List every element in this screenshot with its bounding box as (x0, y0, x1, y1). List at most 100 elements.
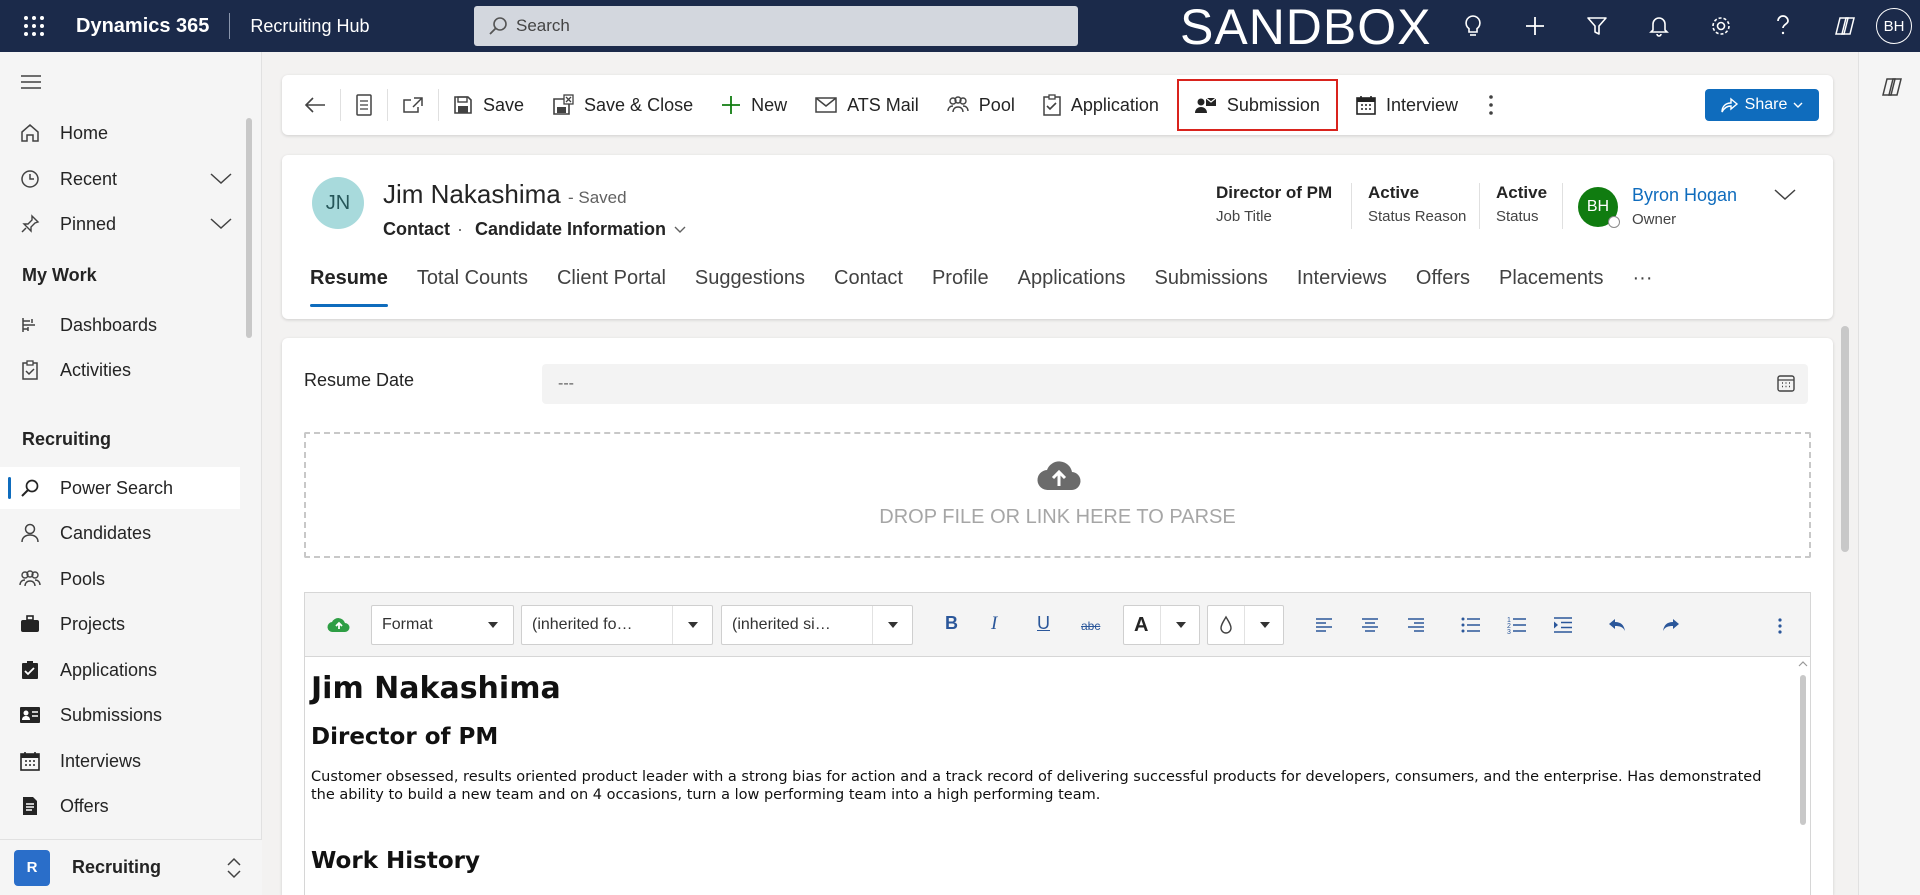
back-button[interactable] (282, 75, 340, 135)
save-button[interactable]: Save (439, 75, 538, 135)
sidebar-item-submissions[interactable]: Submissions (0, 694, 240, 736)
chevron-down-icon[interactable] (1774, 189, 1796, 201)
underline-button[interactable]: U (1037, 613, 1050, 634)
bullet-list-icon[interactable] (1461, 617, 1481, 633)
tab-overflow[interactable]: ··· (1633, 267, 1653, 307)
align-left-icon[interactable] (1315, 617, 1333, 633)
pool-button[interactable]: Pool (933, 75, 1029, 135)
numbered-list-icon[interactable]: 123 (1507, 615, 1527, 635)
chevron-down-icon[interactable] (210, 218, 232, 230)
format-dropdown[interactable]: Format (371, 605, 514, 645)
divider (1562, 183, 1563, 229)
dashboard-icon (0, 315, 60, 335)
sidebar-scrollbar[interactable] (246, 118, 252, 338)
tab-resume[interactable]: Resume (310, 267, 388, 307)
more-vertical-icon[interactable] (1777, 617, 1783, 635)
sidebar-item-projects[interactable]: Projects (0, 603, 240, 645)
redo-icon[interactable] (1661, 617, 1681, 633)
font-size-dropdown[interactable]: (inherited si… (721, 605, 913, 645)
tab-applications[interactable]: Applications (1018, 267, 1126, 307)
submission-button[interactable]: Submission (1173, 75, 1342, 135)
hub-name[interactable]: Recruiting Hub (250, 16, 369, 37)
field-label: Status (1496, 208, 1539, 225)
tab-submissions[interactable]: Submissions (1154, 267, 1267, 307)
new-button[interactable]: New (707, 75, 801, 135)
chevron-down-icon (473, 606, 513, 644)
area-label: Recruiting (72, 857, 162, 877)
form-selector[interactable]: Candidate Information (475, 219, 686, 240)
highlight-color-button[interactable] (1207, 605, 1284, 645)
application-button[interactable]: Application (1029, 75, 1173, 135)
strikethrough-button[interactable]: abc (1081, 619, 1100, 633)
sidebar-item-dashboards[interactable]: Dashboards (0, 304, 240, 346)
open-in-new-window-button[interactable] (388, 75, 438, 135)
font-color-button[interactable]: A (1123, 605, 1200, 645)
sidebar-item-pinned[interactable]: Pinned (0, 203, 240, 245)
cloud-upload-icon[interactable] (327, 615, 351, 633)
bell-icon[interactable] (1628, 0, 1690, 52)
help-icon[interactable] (1752, 0, 1814, 52)
sidebar-item-pools[interactable]: Pools (0, 558, 240, 600)
font-family-dropdown[interactable]: (inherited fo… (521, 605, 713, 645)
resume-date-input[interactable]: --- (542, 364, 1808, 404)
align-right-icon[interactable] (1407, 617, 1425, 633)
ats-mail-button[interactable]: ATS Mail (801, 75, 933, 135)
interview-button[interactable]: Interview (1342, 75, 1472, 135)
resume-dropzone[interactable]: DROP FILE OR LINK HERE TO PARSE (304, 432, 1811, 558)
tab-client-portal[interactable]: Client Portal (557, 267, 666, 307)
tab-suggestions[interactable]: Suggestions (695, 267, 805, 307)
sidebar-item-offers[interactable]: Offers (0, 785, 240, 827)
tab-offers[interactable]: Offers (1416, 267, 1470, 307)
app-launcher-icon[interactable] (0, 0, 68, 52)
person-icon (0, 523, 60, 543)
chevron-down-icon (674, 226, 686, 233)
user-avatar[interactable]: BH (1876, 8, 1912, 44)
sidebar-item-applications[interactable]: Applications (0, 649, 240, 691)
gear-icon[interactable] (1690, 0, 1752, 52)
record-set-button[interactable] (341, 75, 387, 135)
scroll-up-icon[interactable] (1798, 661, 1808, 667)
sidebar-item-home[interactable]: Home (0, 112, 240, 154)
area-switcher[interactable]: R Recruiting (0, 839, 262, 895)
copilot-icon[interactable] (1814, 0, 1876, 52)
undo-icon[interactable] (1607, 617, 1627, 633)
save-and-close-button[interactable]: Save & Close (538, 75, 707, 135)
indent-icon[interactable] (1553, 617, 1573, 633)
more-commands-button[interactable] (1472, 75, 1510, 135)
tab-profile[interactable]: Profile (932, 267, 989, 307)
chevron-updown-icon (226, 857, 242, 879)
editor-scrollbar[interactable] (1800, 675, 1806, 825)
sidebar-item-label: Home (60, 122, 109, 143)
tab-total-counts[interactable]: Total Counts (417, 267, 528, 307)
sidebar-item-interviews[interactable]: Interviews (0, 740, 240, 782)
dropzone-text: DROP FILE OR LINK HERE TO PARSE (879, 506, 1236, 528)
share-button[interactable]: Share (1705, 89, 1819, 121)
save-icon (453, 95, 473, 115)
sidebar-item-activities[interactable]: Activities (0, 349, 240, 391)
calendar-icon[interactable] (1776, 373, 1796, 393)
tab-placements[interactable]: Placements (1499, 267, 1604, 307)
main-scrollbar[interactable] (1841, 326, 1849, 552)
search-input[interactable]: Search (474, 6, 1078, 46)
tab-interviews[interactable]: Interviews (1297, 267, 1387, 307)
bold-button[interactable]: B (945, 613, 958, 634)
calendar-icon (0, 751, 60, 771)
lightbulb-icon[interactable] (1442, 0, 1504, 52)
tab-contact[interactable]: Contact (834, 267, 903, 307)
sidebar-item-candidates[interactable]: Candidates (0, 512, 240, 554)
copilot-icon[interactable] (1881, 76, 1903, 98)
sidebar-item-power-search[interactable]: Power Search (0, 467, 240, 509)
editor-content[interactable]: Jim Nakashima Director of PM Customer ob… (311, 665, 1781, 874)
sidebar-item-recent[interactable]: Recent (0, 158, 240, 200)
hamburger-icon[interactable] (20, 74, 42, 90)
owner-link[interactable]: Byron Hogan (1632, 185, 1737, 206)
app-name[interactable]: Dynamics 365 (76, 15, 209, 38)
plus-icon[interactable] (1504, 0, 1566, 52)
chevron-down-icon[interactable] (210, 173, 232, 185)
align-center-icon[interactable] (1361, 617, 1379, 633)
italic-button[interactable]: I (991, 613, 997, 635)
people-icon (947, 96, 969, 114)
sidebar: Home Recent Pinned My Work Dashboards Ac… (0, 52, 262, 895)
filter-icon[interactable] (1566, 0, 1628, 52)
record-avatar: JN (312, 177, 364, 229)
